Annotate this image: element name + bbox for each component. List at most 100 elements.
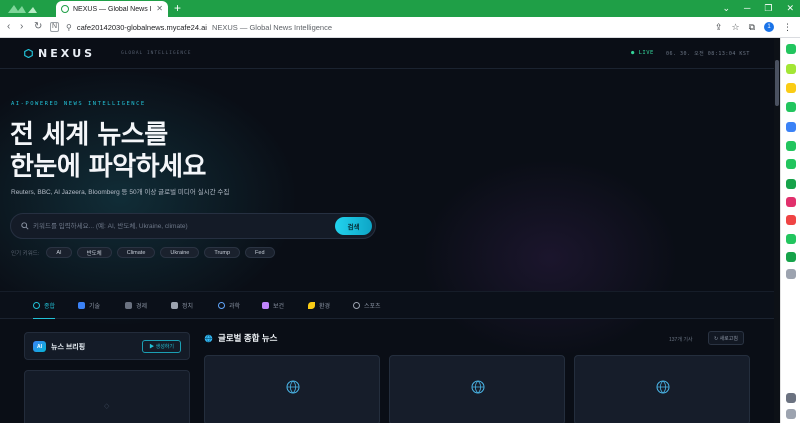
category-nav: 종합 기술 경제 정치 과학 보건 환경 스포츠 [0, 291, 774, 319]
site-logo[interactable]: NEXUS [38, 47, 95, 60]
sidebar-app-icon[interactable] [786, 179, 796, 189]
tab-environment[interactable]: 환경 [308, 292, 330, 319]
feed-header: 글로벌 종합 뉴스 [204, 332, 277, 344]
news-card[interactable] [389, 355, 565, 423]
search-button[interactable]: 검색 [335, 217, 372, 235]
tab-label: 환경 [319, 304, 331, 310]
tab-title: NEXUS — Global News Intellige [73, 5, 152, 13]
chart-icon [125, 302, 132, 309]
keyword-chip[interactable]: Climate [116, 247, 156, 258]
tab-label: 정치 [182, 304, 194, 310]
tab-economy[interactable]: 경제 [125, 292, 147, 319]
news-card[interactable] [204, 355, 380, 423]
browser-logo-icon [8, 5, 37, 13]
sidebar-add-icon[interactable] [786, 269, 796, 279]
popular-keywords: 인기 키워드: AI 반도체 Climate Ukraine Trump Fed [11, 247, 275, 258]
tab-politics[interactable]: 정치 [171, 292, 193, 319]
keyword-chip[interactable]: 반도체 [76, 247, 112, 258]
tab-favicon-icon [61, 5, 69, 13]
globe-icon [656, 380, 670, 394]
close-window-icon[interactable]: ✕ [786, 2, 794, 14]
medicine-icon [262, 302, 269, 309]
profile-avatar[interactable]: 1 [764, 22, 774, 32]
minimize-icon[interactable]: ─ [744, 2, 750, 14]
sidebar-app-icon[interactable] [786, 64, 796, 74]
globe-icon [33, 301, 40, 309]
ai-badge: AI [33, 341, 46, 352]
tab-close-icon[interactable]: ✕ [156, 5, 163, 13]
forward-icon[interactable]: › [20, 21, 23, 33]
share-icon[interactable]: ⇪ [715, 20, 723, 34]
reload-icon[interactable]: ↻ [34, 21, 42, 33]
sidebar-app-icon[interactable] [786, 122, 796, 132]
keywords-label: 인기 키워드: [11, 250, 40, 257]
atom-icon [218, 302, 225, 309]
site-info-icon[interactable]: ⚲ [66, 23, 72, 32]
pin-icon[interactable] [786, 393, 796, 403]
tab-tech[interactable]: 기술 [78, 292, 100, 319]
search-bar: 검색 [10, 213, 376, 239]
tab-science[interactable]: 과학 [218, 292, 240, 319]
logo-subtitle: GLOBAL INTELLIGENCE [121, 51, 192, 56]
search-icon [21, 222, 29, 230]
feed-title: 글로벌 종합 뉴스 [218, 333, 278, 343]
maximize-icon[interactable]: ❐ [764, 2, 772, 14]
sidebar-app-icon[interactable] [786, 252, 796, 262]
instagram-icon[interactable] [786, 197, 796, 207]
youtube-icon[interactable] [786, 215, 796, 225]
toolbar-icons: ⇪ ☆ ⧉ 1 ⋮ [715, 20, 792, 34]
sidebar-app-icon[interactable] [786, 83, 796, 93]
keyword-chip[interactable]: AI [46, 247, 72, 258]
browser-side-panel [780, 38, 800, 423]
reader-icon[interactable]: N [50, 22, 60, 32]
url-field[interactable]: ⚲ cafe20142030-globalnews.mycafe24.ai NE… [66, 20, 656, 35]
url-page-title: NEXUS — Global News Intelligence [211, 23, 333, 32]
building-icon [171, 302, 178, 309]
browser-tab-bar: NEXUS — Global News Intellige ✕ + ⌄ ─ ❐ … [0, 0, 800, 17]
address-bar: ‹ › ↻ N ⚲ cafe20142030-globalnews.mycafe… [0, 17, 800, 38]
new-tab-icon[interactable]: + [174, 1, 181, 15]
tab-list-icon[interactable]: ⌄ [722, 2, 730, 14]
tab-label: 기술 [89, 304, 101, 310]
sidebar-app-icon[interactable] [786, 159, 796, 169]
page: NEXUS GLOBAL INTELLIGENCE ● LIVE 06. 30.… [0, 38, 774, 423]
browser-tab[interactable]: NEXUS — Global News Intellige ✕ [56, 1, 168, 17]
refresh-button[interactable]: ↻ 새로고침 [708, 331, 744, 345]
sidebar-app-icon[interactable] [786, 44, 796, 54]
keyword-chip[interactable]: Fed [245, 247, 275, 258]
sidebar-app-icon[interactable] [786, 234, 796, 244]
settings-icon[interactable] [786, 409, 796, 419]
generate-button[interactable]: ▶ 생성하기 [142, 340, 181, 353]
briefing-title: 뉴스 브리핑 [51, 344, 86, 351]
tab-health[interactable]: 보건 [262, 292, 284, 319]
logo-hex-icon [24, 49, 33, 58]
briefing-content: ◇ [24, 370, 190, 423]
extensions-icon[interactable]: ⧉ [749, 20, 755, 34]
tab-sports[interactable]: 스포츠 [353, 292, 381, 319]
menu-icon[interactable]: ⋮ [783, 20, 792, 34]
keyword-chip[interactable]: Ukraine [160, 247, 200, 258]
ball-icon [353, 302, 360, 309]
hero-glow [0, 68, 300, 328]
tab-general[interactable]: 종합 [33, 292, 56, 319]
keyword-chip[interactable]: Trump [204, 247, 241, 258]
sidebar-app-icon[interactable] [786, 141, 796, 151]
article-count: 137개 기사 [669, 337, 693, 343]
live-indicator: ● LIVE [631, 50, 654, 56]
search-input[interactable] [33, 219, 333, 234]
diamond-icon: ◇ [104, 403, 110, 410]
news-briefing-card: AI 뉴스 브리핑 ▶ 생성하기 [24, 332, 190, 360]
back-icon[interactable]: ‹ [7, 21, 10, 33]
tab-label: 과학 [229, 304, 241, 310]
globe-icon [286, 380, 300, 394]
url-host: cafe20142030-globalnews.mycafe24.ai [76, 23, 207, 32]
scroll-thumb[interactable] [775, 60, 779, 106]
news-card[interactable] [574, 355, 750, 423]
bookmark-icon[interactable]: ☆ [731, 20, 739, 34]
hero-glow-purple [420, 158, 680, 358]
sidebar-app-icon[interactable] [786, 102, 796, 112]
tab-label: 보건 [273, 304, 285, 310]
leaf-icon [308, 302, 315, 309]
hero-description: Reuters, BBC, Al Jazeera, Bloomberg 등 50… [11, 189, 230, 196]
tab-label: 경제 [136, 304, 148, 310]
